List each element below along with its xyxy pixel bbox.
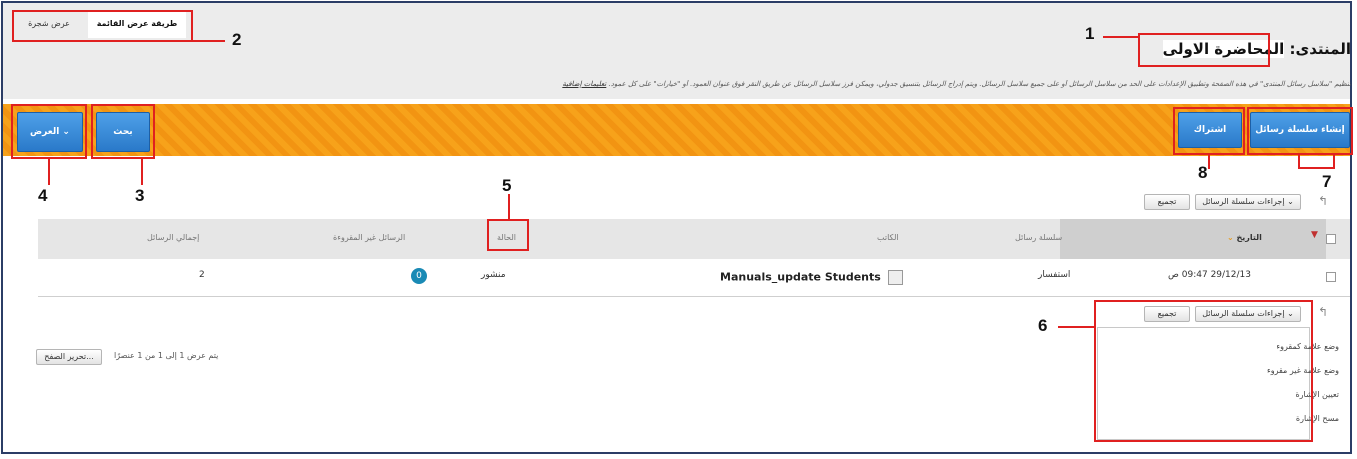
row-date: 29/12/13 09:47 ص: [1168, 270, 1251, 280]
help-link[interactable]: تعليمات إضافية: [562, 80, 606, 88]
callout-box-3: [91, 104, 155, 159]
callout-number-2: 2: [232, 30, 242, 49]
callout-box-7: [1247, 107, 1353, 155]
author-name: Manuals_update Students: [720, 270, 881, 284]
row-divider: [38, 296, 1350, 297]
callout-box-6: [1094, 300, 1313, 442]
row-status: منشور: [481, 270, 506, 280]
callout-box-2: [12, 10, 193, 42]
callout-number-6: 6: [1038, 316, 1048, 335]
sort-icon: ⌄: [1227, 233, 1234, 242]
callout-number-7: 7: [1322, 172, 1332, 191]
column-header-author[interactable]: الكاتب: [877, 233, 899, 242]
callout-line-5: [508, 194, 510, 219]
action-bar: [3, 104, 1350, 156]
forum-prefix: المنتدى:: [1289, 40, 1352, 58]
collect-button[interactable]: تجميع: [1144, 194, 1190, 210]
row-total: 2: [199, 270, 205, 280]
callout-box-1: [1138, 33, 1270, 67]
callout-number-1: 1: [1085, 24, 1095, 43]
table-row: [38, 259, 1350, 295]
callout-box-8: [1173, 107, 1245, 155]
chevron-down-icon: ⌄: [1287, 197, 1294, 206]
callout-number-8: 8: [1198, 163, 1208, 182]
callout-line-2: [193, 40, 225, 42]
unread-count-badge[interactable]: 0: [411, 268, 427, 284]
sorted-column-bg: [1060, 219, 1326, 259]
callout-line-7c: [1298, 167, 1335, 169]
thread-actions-button[interactable]: إجراءات سلسلة الرسائل ⌄: [1195, 194, 1301, 210]
callout-line-8: [1208, 155, 1210, 169]
flag-icon[interactable]: ▼: [1311, 230, 1318, 240]
row-thread-link[interactable]: استفسار: [1038, 270, 1070, 280]
callout-line-1: [1103, 36, 1138, 38]
select-all-checkbox[interactable]: [1326, 234, 1336, 244]
column-header-thread[interactable]: سلسلة رسائل: [1015, 233, 1062, 242]
callout-box-5: [487, 219, 529, 251]
return-arrow-icon-bottom: ↰: [1318, 305, 1329, 319]
column-header-date[interactable]: التاريخ ⌄: [1227, 233, 1262, 242]
callout-line-3: [141, 159, 143, 185]
column-header-unread[interactable]: الرسائل غير المقروءة: [333, 233, 405, 242]
column-date-label: التاريخ: [1236, 233, 1262, 242]
callout-line-4: [48, 159, 50, 185]
forum-description: تنظيم "سلاسل رسائل المنتدى" في هذه الصفح…: [221, 80, 1351, 88]
callout-number-3: 3: [135, 186, 145, 205]
callout-number-5: 5: [502, 176, 512, 195]
row-author: Manuals_update Students: [720, 270, 903, 285]
avatar: [887, 270, 903, 285]
thread-actions-label: إجراءات سلسلة الرسائل: [1202, 197, 1285, 206]
callout-line-6: [1058, 326, 1094, 328]
edit-paging-button[interactable]: تحرير الصفح...: [36, 349, 102, 365]
row-checkbox[interactable]: [1326, 272, 1336, 282]
column-header-total[interactable]: إجمالي الرسائل: [147, 233, 199, 242]
pagination-status: يتم عرض 1 إلى 1 من 1 عنصرًا: [114, 351, 219, 360]
description-text: تنظيم "سلاسل رسائل المنتدى" في هذه الصفح…: [608, 80, 1351, 88]
callout-box-4: [11, 104, 87, 159]
return-arrow-icon: ↰: [1318, 194, 1329, 208]
callout-number-4: 4: [38, 186, 48, 205]
